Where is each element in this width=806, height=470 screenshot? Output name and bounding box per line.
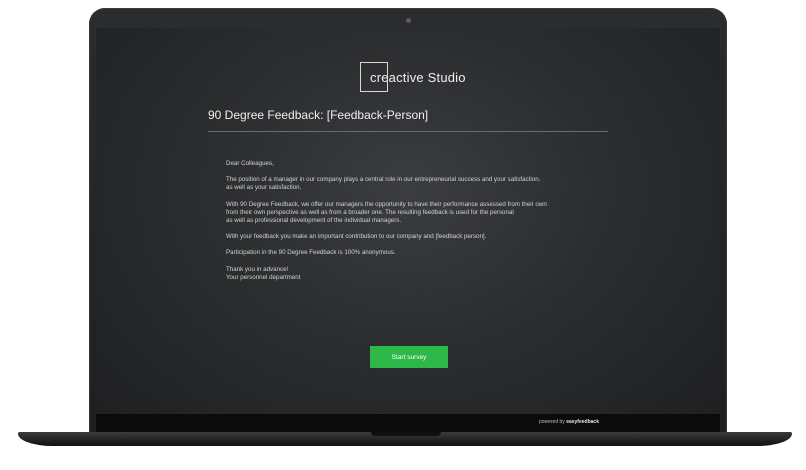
paragraph-line: from their own perspective as well as fr… xyxy=(226,208,514,216)
greeting-text: Dear Colleagues, xyxy=(226,160,274,167)
paragraph-line: as well as professional development of t… xyxy=(226,216,402,224)
laptop-notch xyxy=(371,432,441,436)
company-logo: creactive Studio xyxy=(360,62,466,92)
letter-paragraph-1: The position of a manager in our company… xyxy=(226,176,586,192)
paragraph-line: The position of a manager in our company… xyxy=(226,176,541,184)
powered-brand: easyfeedback xyxy=(566,419,599,425)
letter-closing: Thank you in advance! Your personnel dep… xyxy=(226,266,586,282)
letter-paragraph-3: With your feedback you make an important… xyxy=(226,233,586,241)
powered-by[interactable]: powered by easyfeedback xyxy=(539,419,599,425)
start-survey-button[interactable]: Start survey xyxy=(370,346,448,368)
closing-line: Thank you in advance! xyxy=(226,265,289,273)
intro-letter: Dear Colleagues, The position of a manag… xyxy=(226,160,586,290)
footer-bar: powered by easyfeedback xyxy=(96,414,720,432)
laptop-base xyxy=(18,432,792,446)
letter-paragraph-2: With 90 Degree Feedback, we offer our ma… xyxy=(226,201,586,225)
logo-text: creactive Studio xyxy=(370,69,466,85)
powered-prefix: powered by xyxy=(538,419,567,425)
laptop-mockup: creactive Studio 90 Degree Feedback: [Fe… xyxy=(0,0,806,470)
paragraph-line: With your feedback you make an important… xyxy=(226,233,487,241)
letter-greeting: Dear Colleagues, xyxy=(226,160,586,168)
paragraph-line: Participation in the 90 Degree Feedback … xyxy=(226,249,396,257)
title-divider xyxy=(208,131,608,132)
camera-icon xyxy=(406,18,411,23)
survey-screen: creactive Studio 90 Degree Feedback: [Fe… xyxy=(96,28,720,432)
page-title: 90 Degree Feedback: [Feedback-Person] xyxy=(208,108,429,122)
paragraph-line: With 90 Degree Feedback, we offer our ma… xyxy=(226,200,547,208)
letter-paragraph-4: Participation in the 90 Degree Feedback … xyxy=(226,249,586,257)
paragraph-line: as well as your satisfaction. xyxy=(226,184,302,192)
signature-line: Your personnel department xyxy=(226,273,301,281)
